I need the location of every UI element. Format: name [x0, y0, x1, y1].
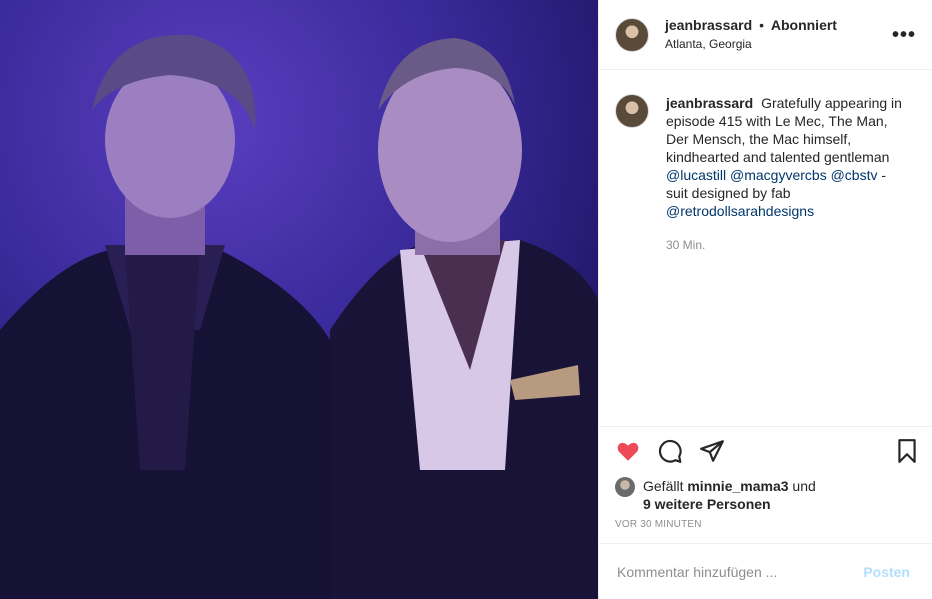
liker-username[interactable]: minnie_mama3	[687, 478, 788, 494]
action-bar	[599, 426, 932, 475]
likes-summary: Gefällt minnie_mama3 und 9 weitere Perso…	[599, 477, 932, 513]
post-photo[interactable]	[0, 0, 598, 599]
mention-link[interactable]: @cbstv	[831, 167, 878, 183]
comment-input[interactable]	[615, 562, 858, 581]
post-age: VOR 30 MINUTEN	[615, 519, 702, 530]
likes-prefix: Gefällt	[643, 478, 684, 494]
caption-avatar[interactable]	[615, 94, 649, 128]
follow-status-button[interactable]: Abonniert	[771, 17, 837, 33]
header-separator: •	[759, 16, 764, 33]
caption-section: jeanbrassard Gratefully appearing in epi…	[599, 70, 932, 426]
post-header: jeanbrassard • Abonniert Atlanta, Georgi…	[599, 0, 932, 70]
author-username[interactable]: jeanbrassard	[665, 17, 752, 33]
post-sidebar: jeanbrassard • Abonniert Atlanta, Georgi…	[598, 0, 932, 599]
mention-link[interactable]: @lucastill	[666, 167, 726, 183]
caption-username[interactable]: jeanbrassard	[666, 95, 753, 111]
instagram-post: jeanbrassard • Abonniert Atlanta, Georgi…	[0, 0, 932, 599]
mention-link[interactable]: @macgyvercbs	[730, 167, 827, 183]
author-avatar[interactable]	[615, 17, 649, 52]
bookmark-icon[interactable]	[894, 438, 920, 464]
ellipsis-icon[interactable]: •••	[892, 24, 916, 47]
comment-icon[interactable]	[657, 438, 683, 464]
share-icon[interactable]	[699, 438, 725, 464]
likes-text: Gefällt minnie_mama3 und 9 weitere Perso…	[643, 477, 816, 513]
mention-link[interactable]: @retrodollsarahdesigns	[666, 203, 814, 219]
photo-illustration	[0, 0, 598, 599]
comment-form: Posten	[599, 543, 932, 599]
post-location[interactable]: Atlanta, Georgia	[665, 36, 837, 53]
heart-icon[interactable]	[615, 438, 641, 464]
caption-timestamp: 30 Min.	[666, 238, 706, 252]
caption-body: jeanbrassard Gratefully appearing in epi…	[666, 94, 906, 426]
liker-avatar[interactable]	[615, 477, 635, 497]
author-info: jeanbrassard • Abonniert Atlanta, Georgi…	[665, 17, 837, 53]
likes-others-link[interactable]: 9 weitere Personen	[643, 496, 771, 512]
likes-conj: und	[792, 478, 816, 494]
post-comment-button[interactable]: Posten	[857, 563, 916, 581]
